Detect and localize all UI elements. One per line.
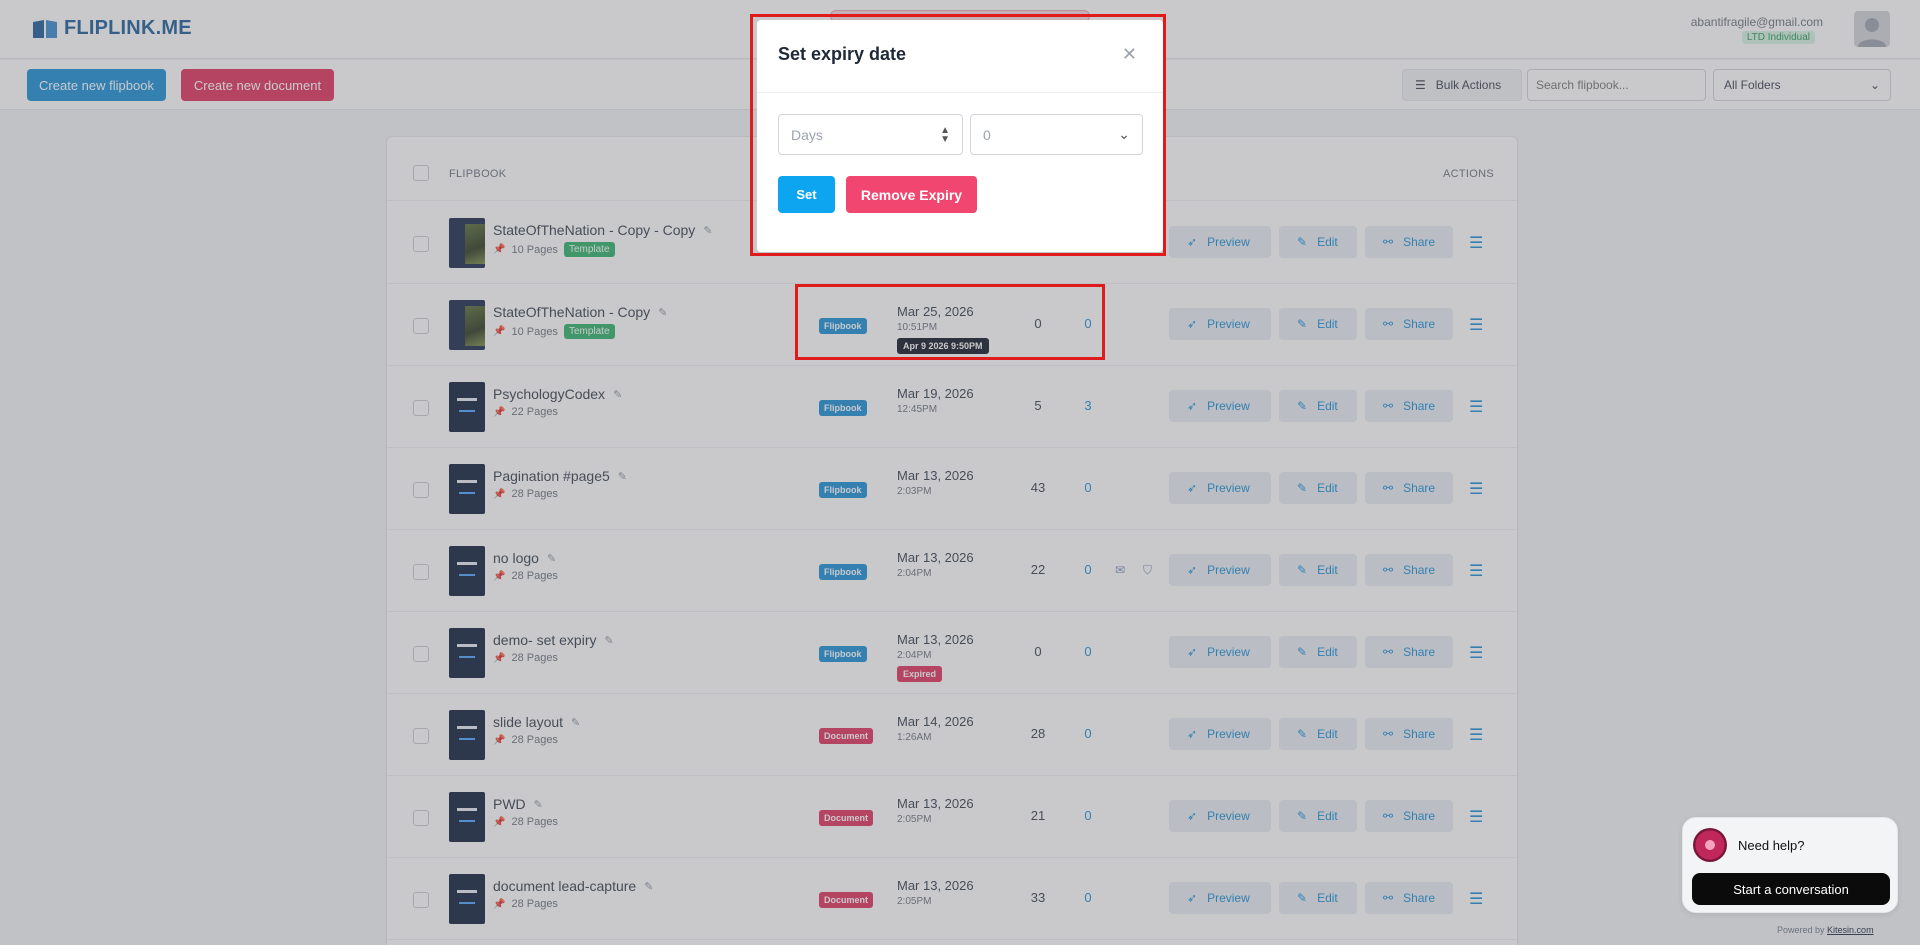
close-icon[interactable]: ✕	[1122, 44, 1137, 65]
modal-title: Set expiry date	[778, 44, 907, 64]
set-button[interactable]: Set	[778, 176, 835, 213]
chevron-down-icon: ⌄	[1118, 126, 1130, 142]
expiry-amount-value: 0	[983, 126, 991, 143]
powered-by-link[interactable]: Kitesin.com	[1827, 925, 1874, 935]
expiry-unit-select[interactable]: Days ▲ ▼	[778, 114, 963, 155]
modal-divider	[757, 92, 1163, 93]
expiry-unit-placeholder: Days	[791, 126, 823, 143]
help-title: Need help?	[1738, 838, 1805, 853]
support-avatar-icon	[1693, 828, 1727, 862]
powered-by: Powered by Kitesin.com	[1777, 925, 1874, 935]
start-conversation-button[interactable]: Start a conversation	[1692, 873, 1890, 905]
remove-expiry-button[interactable]: Remove Expiry	[846, 176, 977, 213]
sort-arrows-icon: ▲ ▼	[940, 124, 950, 145]
set-expiry-modal: Set expiry date ✕ Days ▲ ▼ 0 ⌄ Set Remove…	[757, 20, 1163, 252]
highlight-box-row	[795, 284, 1105, 360]
expiry-amount-select[interactable]: 0 ⌄	[970, 114, 1143, 155]
help-widget: Need help? Start a conversation	[1682, 817, 1898, 913]
